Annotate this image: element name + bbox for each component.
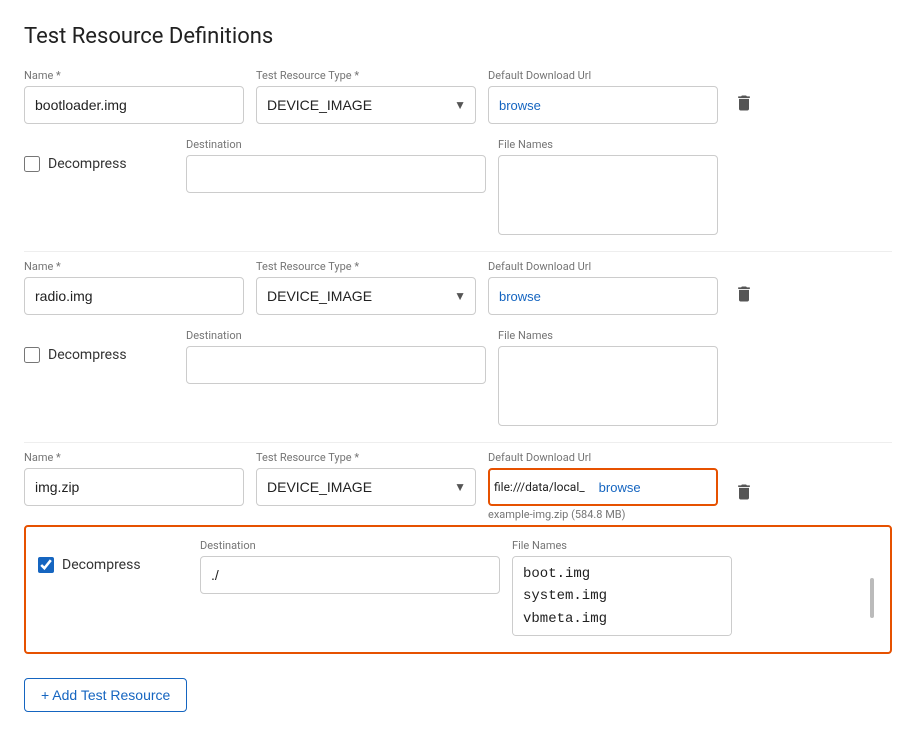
filenames-scroll-wrapper-1 [498, 155, 892, 239]
resources-container: Name * Test Resource Type * DEVICE_IMAGE… [24, 69, 892, 654]
name-label-3: Name * [24, 451, 244, 464]
destination-label-2: Destination [186, 329, 486, 342]
url-wrapper-3: file:///data/local_ browse [488, 468, 718, 506]
type-field-group-2: Test Resource Type * DEVICE_IMAGEFILEBIN… [256, 260, 476, 315]
destination-group-1: Destination [186, 138, 486, 193]
decompress-checkbox-1[interactable] [24, 156, 40, 172]
type-select-1[interactable]: DEVICE_IMAGEFILEBINARY [256, 86, 476, 124]
separator [24, 251, 892, 252]
filenames-group-3: File Names [512, 539, 878, 640]
browse-button-1[interactable]: browse [489, 98, 551, 113]
sub-row-1: Decompress Destination File Names [24, 130, 892, 247]
filenames-textarea-3[interactable] [512, 556, 732, 636]
sub-row-3: Decompress Destination File Names [24, 525, 892, 654]
page-title: Test Resource Definitions [24, 24, 892, 49]
decompress-group-2: Decompress [24, 329, 174, 363]
type-select-wrapper-2: DEVICE_IMAGEFILEBINARY ▼ [256, 277, 476, 315]
decompress-label-3: Decompress [62, 557, 141, 573]
resource-main-row-1: Name * Test Resource Type * DEVICE_IMAGE… [24, 69, 892, 126]
filenames-textarea-2[interactable] [498, 346, 718, 426]
type-field-group-1: Test Resource Type * DEVICE_IMAGEFILEBIN… [256, 69, 476, 124]
url-label-3: Default Download Url [488, 451, 718, 464]
destination-group-3: Destination [200, 539, 500, 594]
url-wrapper-2: browse [488, 277, 718, 315]
name-input-1[interactable] [24, 86, 244, 124]
name-field-group-1: Name * [24, 69, 244, 124]
decompress-label-2: Decompress [48, 347, 127, 363]
type-select-3[interactable]: DEVICE_IMAGEFILEBINARY [256, 468, 476, 506]
delete-button-2[interactable] [730, 276, 758, 317]
destination-input-1[interactable] [186, 155, 486, 193]
url-field-group-1: Default Download Url browse [488, 69, 718, 124]
type-label-1: Test Resource Type * [256, 69, 476, 82]
add-test-resource-button[interactable]: + Add Test Resource [24, 678, 187, 712]
filenames-label-2: File Names [498, 329, 892, 342]
filenames-scroll-wrapper-3 [512, 556, 878, 640]
type-select-wrapper-1: DEVICE_IMAGEFILEBINARY ▼ [256, 86, 476, 124]
browse-button-3[interactable]: browse [589, 480, 651, 495]
destination-label-1: Destination [186, 138, 486, 151]
filenames-textarea-1[interactable] [498, 155, 718, 235]
name-field-group-2: Name * [24, 260, 244, 315]
name-label-2: Name * [24, 260, 244, 273]
name-input-2[interactable] [24, 277, 244, 315]
destination-label-3: Destination [200, 539, 500, 552]
name-input-3[interactable] [24, 468, 244, 506]
decompress-group-3: Decompress [38, 539, 188, 573]
url-field-group-3: Default Download Url file:///data/local_… [488, 451, 718, 521]
decompress-label-1: Decompress [48, 156, 127, 172]
decompress-checkbox-3[interactable] [38, 557, 54, 573]
resource-block-1: Name * Test Resource Type * DEVICE_IMAGE… [24, 69, 892, 252]
filenames-label-3: File Names [512, 539, 878, 552]
url-wrapper-1: browse [488, 86, 718, 124]
browse-button-2[interactable]: browse [489, 289, 551, 304]
type-select-2[interactable]: DEVICE_IMAGEFILEBINARY [256, 277, 476, 315]
url-label-1: Default Download Url [488, 69, 718, 82]
resource-block-3: Name * Test Resource Type * DEVICE_IMAGE… [24, 451, 892, 654]
destination-input-3[interactable] [200, 556, 500, 594]
type-select-wrapper-3: DEVICE_IMAGEFILEBINARY ▼ [256, 468, 476, 506]
filenames-label-1: File Names [498, 138, 892, 151]
decompress-group-1: Decompress [24, 138, 174, 172]
destination-input-2[interactable] [186, 346, 486, 384]
file-hint-3: example-img.zip (584.8 MB) [488, 508, 718, 521]
separator [24, 442, 892, 443]
resource-main-row-2: Name * Test Resource Type * DEVICE_IMAGE… [24, 260, 892, 317]
type-label-2: Test Resource Type * [256, 260, 476, 273]
type-label-3: Test Resource Type * [256, 451, 476, 464]
filenames-group-2: File Names [498, 329, 892, 430]
name-label-1: Name * [24, 69, 244, 82]
filenames-scroll-wrapper-2 [498, 346, 892, 430]
resource-main-row-3: Name * Test Resource Type * DEVICE_IMAGE… [24, 451, 892, 521]
decompress-checkbox-2[interactable] [24, 347, 40, 363]
delete-button-3[interactable] [730, 474, 758, 515]
sub-row-2: Decompress Destination File Names [24, 321, 892, 438]
resource-block-2: Name * Test Resource Type * DEVICE_IMAGE… [24, 260, 892, 443]
type-field-group-3: Test Resource Type * DEVICE_IMAGEFILEBIN… [256, 451, 476, 506]
destination-group-2: Destination [186, 329, 486, 384]
filenames-group-1: File Names [498, 138, 892, 239]
url-label-2: Default Download Url [488, 260, 718, 273]
name-field-group-3: Name * [24, 451, 244, 506]
url-field-group-2: Default Download Url browse [488, 260, 718, 315]
url-value-3: file:///data/local_ [490, 480, 589, 494]
scrollbar-3 [870, 578, 874, 618]
delete-button-1[interactable] [730, 85, 758, 126]
